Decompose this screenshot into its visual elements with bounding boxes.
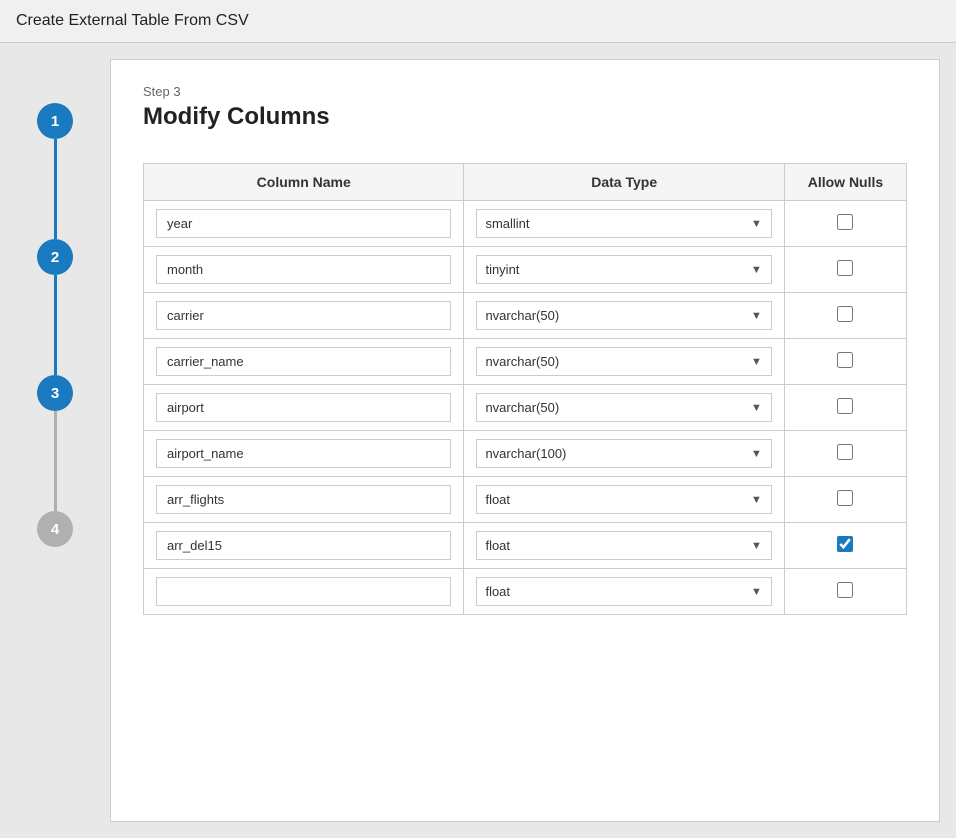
- step-circle-4[interactable]: 4: [37, 511, 73, 547]
- table-row: smallinttinyintintbigintfloatrealdecimal…: [144, 339, 907, 385]
- step-connector-3-4: [54, 411, 57, 511]
- step-connector-1-2: [54, 139, 57, 239]
- column-name-input[interactable]: [156, 485, 451, 514]
- step-circle-1[interactable]: 1: [37, 103, 73, 139]
- table-row: smallinttinyintintbigintfloatrealdecimal…: [144, 201, 907, 247]
- column-name-input[interactable]: [156, 347, 451, 376]
- table-header-row: Column Name Data Type Allow Nulls: [144, 164, 907, 201]
- table-row: smallinttinyintintbigintfloatrealdecimal…: [144, 477, 907, 523]
- allow-nulls-checkbox[interactable]: [837, 214, 853, 230]
- step-label: Step 3: [143, 84, 907, 99]
- column-name-input[interactable]: [156, 393, 451, 422]
- data-type-select[interactable]: smallinttinyintintbigintfloatrealdecimal…: [476, 439, 771, 468]
- columns-table: Column Name Data Type Allow Nulls smalli…: [143, 163, 907, 615]
- table-row: smallinttinyintintbigintfloatrealdecimal…: [144, 247, 907, 293]
- allow-nulls-checkbox[interactable]: [837, 398, 853, 414]
- data-type-select[interactable]: smallinttinyintintbigintfloatrealdecimal…: [476, 577, 771, 606]
- title-text: Create External Table From CSV: [16, 12, 249, 29]
- content-area: Step 3 Modify Columns Column Name Data T…: [110, 59, 940, 822]
- column-name-input[interactable]: [156, 209, 451, 238]
- data-type-select[interactable]: smallinttinyintintbigintfloatrealdecimal…: [476, 485, 771, 514]
- table-row: smallinttinyintintbigintfloatrealdecimal…: [144, 523, 907, 569]
- table-row: smallinttinyintintbigintfloatrealdecimal…: [144, 569, 907, 615]
- table-row: smallinttinyintintbigintfloatrealdecimal…: [144, 431, 907, 477]
- step-item-3: 3: [37, 375, 73, 411]
- allow-nulls-checkbox[interactable]: [837, 582, 853, 598]
- step-item-4: 4: [37, 511, 73, 547]
- column-name-input[interactable]: [156, 531, 451, 560]
- sidebar: 1 2 3 4: [0, 43, 110, 838]
- step-circle-2[interactable]: 2: [37, 239, 73, 275]
- data-type-select[interactable]: smallinttinyintintbigintfloatrealdecimal…: [476, 393, 771, 422]
- main-layout: 1 2 3 4 Step 3 Modify Columns Column Nam…: [0, 43, 956, 838]
- header-allow-nulls: Allow Nulls: [784, 164, 906, 201]
- allow-nulls-checkbox[interactable]: [837, 490, 853, 506]
- column-name-input[interactable]: [156, 577, 451, 606]
- allow-nulls-checkbox[interactable]: [837, 536, 853, 552]
- data-type-select[interactable]: smallinttinyintintbigintfloatrealdecimal…: [476, 209, 771, 238]
- step-circle-3[interactable]: 3: [37, 375, 73, 411]
- column-name-input[interactable]: [156, 301, 451, 330]
- header-column-name: Column Name: [144, 164, 464, 201]
- step-item-2: 2: [37, 239, 73, 275]
- allow-nulls-checkbox[interactable]: [837, 306, 853, 322]
- step-item-1: 1: [37, 103, 73, 139]
- allow-nulls-checkbox[interactable]: [837, 352, 853, 368]
- title-bar: Create External Table From CSV: [0, 0, 956, 43]
- allow-nulls-checkbox[interactable]: [837, 444, 853, 460]
- table-row: smallinttinyintintbigintfloatrealdecimal…: [144, 385, 907, 431]
- allow-nulls-checkbox[interactable]: [837, 260, 853, 276]
- data-type-select[interactable]: smallinttinyintintbigintfloatrealdecimal…: [476, 301, 771, 330]
- step-connector-2-3: [54, 275, 57, 375]
- column-name-input[interactable]: [156, 255, 451, 284]
- data-type-select[interactable]: smallinttinyintintbigintfloatrealdecimal…: [476, 531, 771, 560]
- table-row: smallinttinyintintbigintfloatrealdecimal…: [144, 293, 907, 339]
- column-name-input[interactable]: [156, 439, 451, 468]
- data-type-select[interactable]: smallinttinyintintbigintfloatrealdecimal…: [476, 347, 771, 376]
- data-type-select[interactable]: smallinttinyintintbigintfloatrealdecimal…: [476, 255, 771, 284]
- header-data-type: Data Type: [464, 164, 784, 201]
- page-title: Modify Columns: [143, 103, 907, 131]
